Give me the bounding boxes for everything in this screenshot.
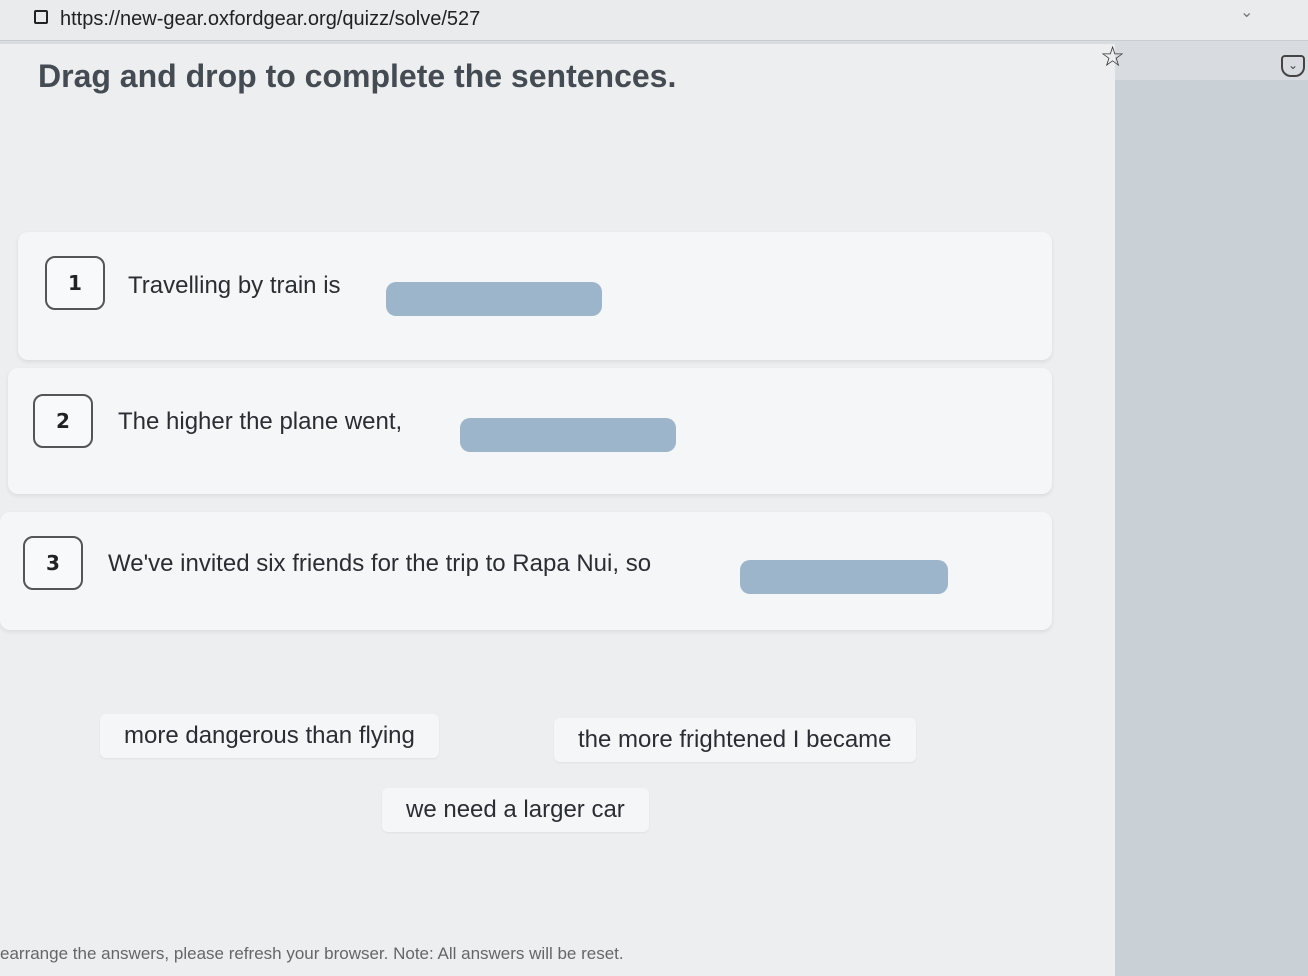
drop-zone-1[interactable] — [386, 282, 602, 316]
star-icon[interactable]: ☆ — [1100, 40, 1125, 73]
question-number-1: 1 — [45, 256, 105, 310]
drop-zone-2[interactable] — [460, 418, 676, 452]
answer-option-3[interactable]: we need a larger car — [382, 788, 649, 832]
page-icon — [34, 10, 48, 24]
page-title: Drag and drop to complete the sentences. — [38, 58, 677, 94]
question-text-3: We've invited six friends for the trip t… — [108, 550, 652, 577]
reset-note: earrange the answers, please refresh you… — [0, 944, 624, 963]
question-number-2: 2 — [33, 394, 93, 448]
chevron-down-icon[interactable]: ⌄ — [1240, 2, 1253, 21]
answer-option-1[interactable]: more dangerous than flying — [100, 714, 439, 758]
browser-toolbar: https://new-gear.oxfordgear.org/quizz/so… — [0, 0, 1308, 41]
drop-zone-3[interactable] — [740, 560, 948, 594]
pocket-icon[interactable]: ⌄ — [1281, 55, 1305, 77]
page-gutter — [1115, 80, 1308, 976]
address-bar-url[interactable]: https://new-gear.oxfordgear.org/quizz/so… — [60, 8, 480, 31]
answer-option-2[interactable]: the more frightened I became — [554, 718, 916, 762]
question-text-1: Travelling by train is — [128, 272, 341, 299]
question-text-2: The higher the plane went, — [118, 408, 403, 435]
quiz-page — [0, 44, 1115, 976]
question-number-3: 3 — [23, 536, 83, 590]
